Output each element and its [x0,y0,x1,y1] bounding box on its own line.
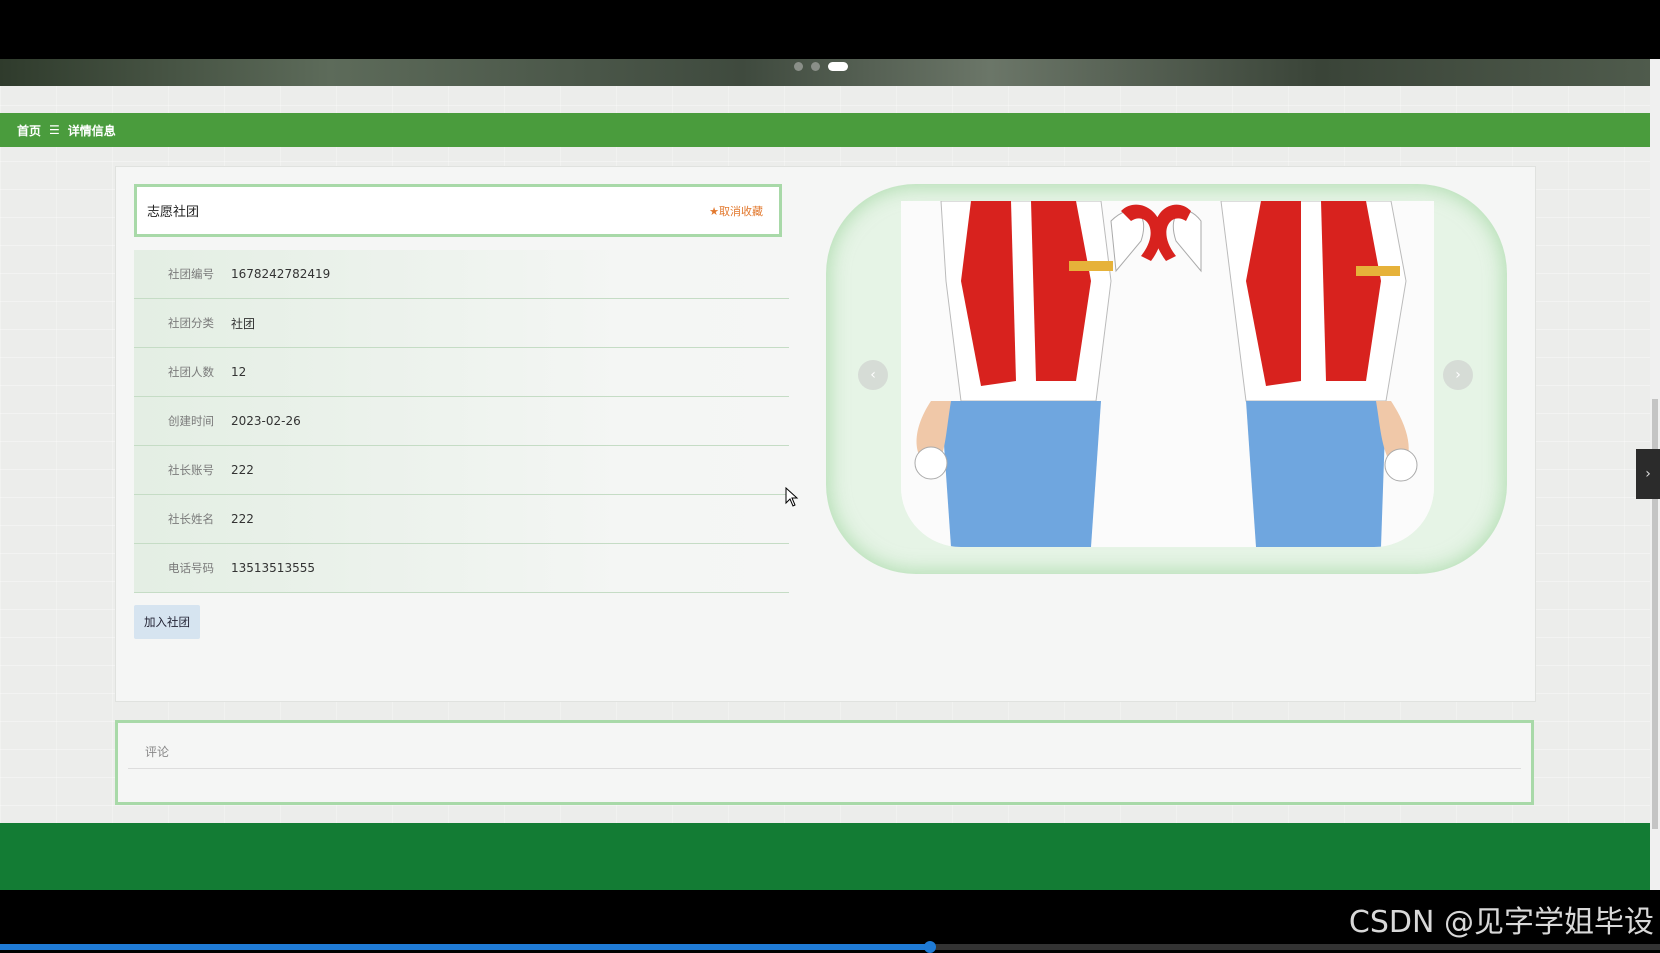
field-value: 2023-02-26 [231,414,301,428]
field-value: 222 [231,512,254,526]
field-row: 社长姓名 222 [134,495,789,544]
breadcrumb: 首页 ☰ 详情信息 [0,113,1650,147]
mouse-cursor-icon [785,487,799,507]
carousel-dot[interactable] [811,62,820,71]
field-value: 12 [231,365,247,379]
watermark: CSDN @见字学姐毕设 [1348,905,1654,940]
video-progress-bar[interactable] [0,941,1660,953]
comment-section: 评论 [115,720,1534,805]
detail-fields: 社团编号 1678242782419 社团分类 社团 社团人数 12 创建时间 … [134,250,789,593]
detail-card: 志愿社团 ★取消收藏 社团编号 1678242782419 社团分类 社团 社团… [115,166,1536,702]
field-label: 社长账号 [168,463,214,477]
field-value: 社团 [231,316,256,331]
field-value: 1678242782419 [231,267,331,281]
field-value: 222 [231,463,254,477]
page-viewport: 首页 ☰ 详情信息 志愿社团 ★取消收藏 社团编号 1678242782419 … [0,59,1650,890]
field-label: 社团编号 [168,267,214,281]
carousel-dots [794,62,848,71]
join-club-button[interactable]: 加入社团 [134,605,200,639]
field-label: 社团分类 [168,316,214,330]
gallery-next-icon[interactable]: › [1443,360,1473,390]
page-title: 志愿社团 [147,205,200,220]
breadcrumb-current: 详情信息 [67,123,116,138]
title-box: 志愿社团 ★取消收藏 [134,184,782,237]
field-label: 社团人数 [168,365,214,379]
video-progress-fill [0,944,930,950]
club-image [901,201,1434,547]
footer [0,823,1650,890]
field-label: 电话号码 [168,561,214,575]
field-row: 创建时间 2023-02-26 [134,397,789,446]
unfavorite-button[interactable]: ★取消收藏 [709,203,763,219]
field-label: 社长姓名 [168,512,214,526]
comment-heading: 评论 [145,745,170,759]
field-row: 社团人数 12 [134,348,789,397]
field-label: 创建时间 [168,414,214,428]
field-value: 13513513555 [231,561,315,575]
divider [128,768,1521,769]
breadcrumb-separator-icon: ☰ [49,123,60,137]
field-row: 电话号码 13513513555 [134,544,789,593]
video-progress-knob[interactable] [923,941,936,953]
carousel-dot-active[interactable] [828,62,848,71]
carousel-dot[interactable] [794,62,803,71]
image-gallery: ‹ › [826,184,1507,574]
field-row: 社团分类 社团 [134,299,789,348]
gallery-prev-icon[interactable]: ‹ [858,360,888,390]
volunteer-illustration [901,201,1434,547]
breadcrumb-home[interactable]: 首页 [17,122,41,139]
side-panel-toggle-icon[interactable]: › [1636,449,1660,499]
field-row: 社长账号 222 [134,446,789,495]
field-row: 社团编号 1678242782419 [134,250,789,299]
banner-carousel[interactable] [0,59,1650,86]
